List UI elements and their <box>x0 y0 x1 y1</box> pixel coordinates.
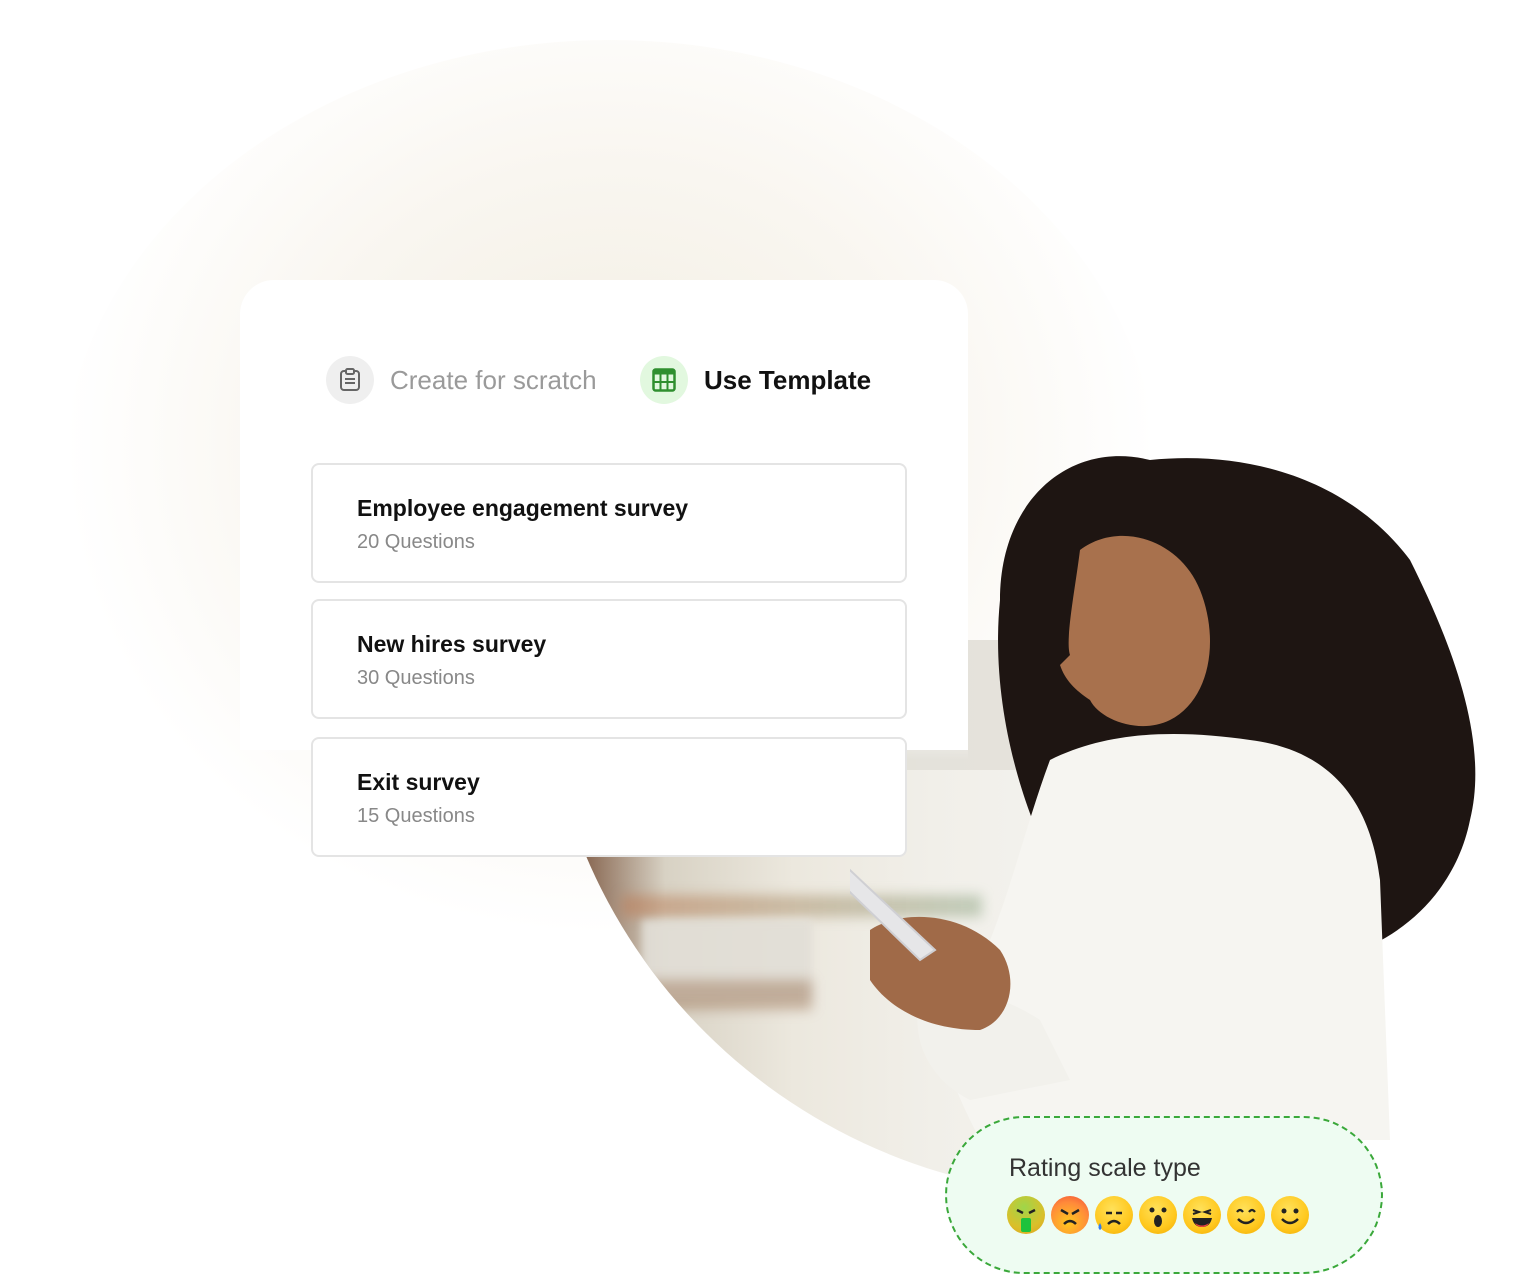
template-title: Exit survey <box>357 769 480 795</box>
surprised-face-icon[interactable] <box>1139 1196 1177 1234</box>
template-title: New hires survey <box>357 631 547 657</box>
template-item-new-hires[interactable]: New hires survey 30 Questions <box>311 599 907 719</box>
slight-smile-face-icon[interactable] <box>1271 1196 1309 1234</box>
template-item-employee-engagement[interactable]: Employee engagement survey 20 Questions <box>311 463 907 583</box>
rating-scale-card: Rating scale type <box>945 1116 1383 1274</box>
sad-tear-face-icon[interactable] <box>1095 1196 1133 1234</box>
tab-label: Create for scratch <box>390 364 597 395</box>
nauseated-face-icon[interactable] <box>1007 1196 1045 1234</box>
smiling-eyes-face-icon[interactable] <box>1227 1196 1265 1234</box>
grinning-face-icon[interactable] <box>1183 1196 1221 1234</box>
photo-shelf-lower <box>612 980 812 1010</box>
rating-scale-title: Rating scale type <box>1009 1154 1201 1182</box>
tab-create-from-scratch[interactable]: Create for scratch <box>326 356 597 404</box>
emoji-scale <box>1007 1196 1309 1234</box>
tab-label: Use Template <box>704 364 872 395</box>
table-grid-icon <box>640 356 688 404</box>
angry-face-icon[interactable] <box>1051 1196 1089 1234</box>
template-question-count: 30 Questions <box>357 667 475 689</box>
clipboard-icon <box>326 356 374 404</box>
template-question-count: 20 Questions <box>357 531 475 553</box>
template-title: Employee engagement survey <box>357 495 689 521</box>
template-item-exit[interactable]: Exit survey 15 Questions <box>311 737 907 857</box>
template-question-count: 15 Questions <box>357 805 475 827</box>
tab-use-template[interactable]: Use Template <box>640 356 871 404</box>
